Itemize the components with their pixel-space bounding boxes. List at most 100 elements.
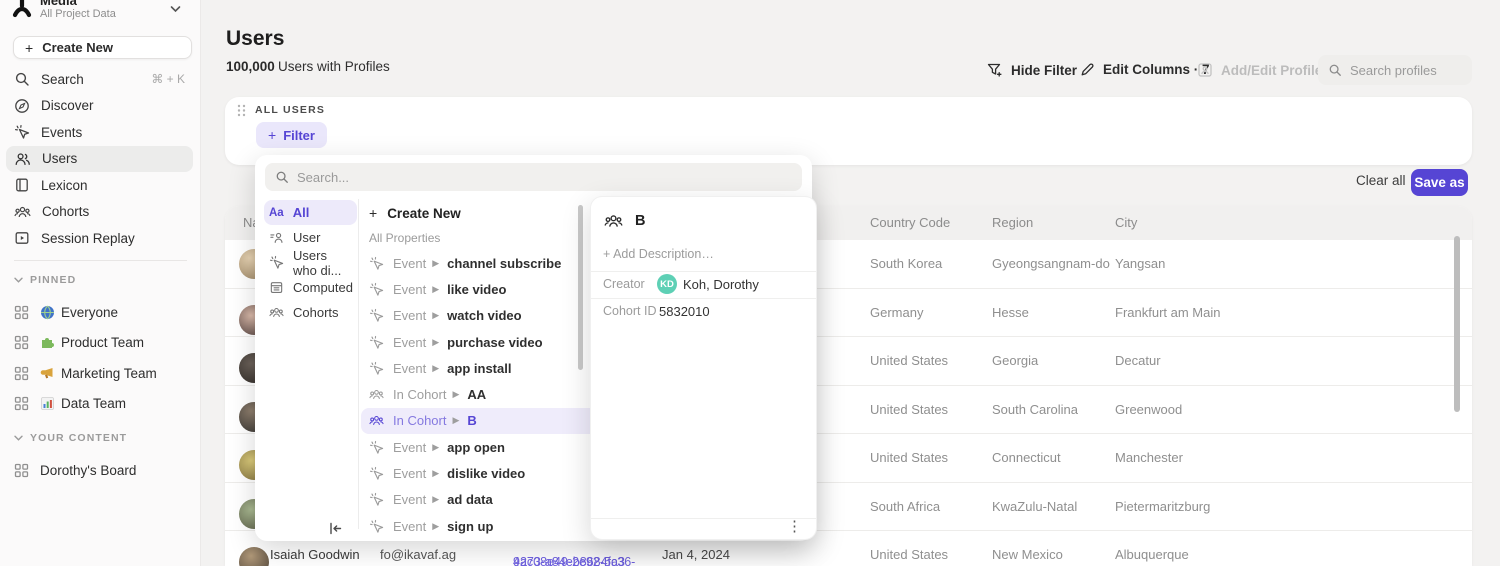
sidebar-item-cohorts[interactable]: Cohorts: [6, 199, 193, 226]
cell-country: United States: [870, 450, 948, 465]
cohort-icon: [369, 413, 384, 428]
property-prefix: Event: [393, 335, 426, 350]
filter-section-label: ALL USERS: [255, 104, 325, 116]
hide-filter-button[interactable]: Hide Filter: [987, 62, 1077, 78]
puzzle-emoji-icon: [40, 335, 55, 350]
board-label: Product Team: [61, 335, 144, 350]
sidebar-item-label: Users: [42, 151, 77, 166]
table-scrollbar[interactable]: [1454, 236, 1460, 412]
event-icon: [369, 440, 384, 455]
board-icon: [14, 396, 29, 411]
hide-filter-label: Hide Filter: [1011, 63, 1077, 78]
save-as-button[interactable]: Save as: [1411, 169, 1468, 196]
plus-icon: +: [25, 41, 33, 55]
search-icon: [1328, 63, 1342, 77]
event-icon: [369, 492, 384, 507]
cell-region: Connecticut: [992, 450, 1061, 465]
board-icon: [14, 305, 29, 320]
chevron-down-icon[interactable]: [170, 5, 181, 13]
property-name: AA: [467, 387, 486, 402]
events-icon: [14, 124, 30, 140]
sidebar-item-label: Events: [41, 125, 82, 140]
plus-icon: +: [369, 206, 377, 220]
category-computed[interactable]: Computed: [264, 275, 357, 300]
workspace-name[interactable]: Media: [40, 0, 77, 8]
sidebar-item-search[interactable]: Search ⌘ + K: [6, 66, 193, 93]
more-options-icon[interactable]: ⋮: [787, 519, 802, 535]
distinct-id-line2: 9a73-a84eb8684fa3: [513, 555, 625, 566]
property-prefix: Event: [393, 440, 426, 455]
board-icon: [14, 366, 29, 381]
category-label: User: [293, 230, 320, 245]
app-logo-icon: [9, 0, 35, 21]
drag-handle-icon[interactable]: [237, 104, 246, 117]
sidebar-nav: Search ⌘ + K Discover Events Users Lexic…: [6, 66, 193, 252]
property-prefix: In Cohort: [393, 387, 446, 402]
column-header-region[interactable]: Region: [992, 215, 1033, 230]
add-description-button[interactable]: + Add Description…: [603, 247, 714, 261]
dropdown-search-field[interactable]: [265, 163, 802, 191]
megaphone-emoji-icon: [40, 366, 55, 381]
edit-columns-button[interactable]: Edit Columns · 7: [1080, 62, 1210, 77]
property-name: app open: [447, 440, 505, 455]
chevron-right-icon: ▶: [432, 363, 439, 374]
category-user[interactable]: User: [264, 225, 357, 250]
add-filter-button[interactable]: + Filter: [256, 122, 327, 148]
property-prefix: Event: [393, 308, 426, 323]
avatar: [239, 547, 269, 566]
cell-city: Greenwood: [1115, 402, 1182, 417]
cell-country: South Korea: [870, 256, 942, 271]
text-aa-icon: Aa: [269, 207, 284, 219]
discover-icon: [14, 98, 30, 114]
collapse-left-icon[interactable]: [328, 521, 343, 536]
chevron-right-icon: ▶: [452, 415, 459, 426]
sidebar-board-everyone[interactable]: Everyone: [6, 297, 193, 328]
property-prefix: Event: [393, 361, 426, 376]
add-edit-profile-button[interactable]: Add/Edit Profile: [1197, 62, 1322, 78]
clear-all-button[interactable]: Clear all: [1356, 173, 1406, 188]
column-header-country-code[interactable]: Country Code: [870, 215, 950, 230]
property-prefix: In Cohort: [393, 413, 446, 428]
create-new-button[interactable]: + Create New: [13, 36, 192, 59]
sidebar-item-events[interactable]: Events: [6, 119, 193, 146]
sidebar-board-data-team[interactable]: Data Team: [6, 389, 193, 420]
sidebar-item-label: Session Replay: [41, 231, 135, 246]
search-profiles-field[interactable]: [1318, 55, 1472, 85]
cell-country: South Africa: [870, 499, 940, 514]
session-replay-icon: [14, 230, 30, 246]
chevron-right-icon: ▶: [452, 389, 459, 400]
category-users-who-did[interactable]: Users who di...: [264, 250, 357, 275]
sidebar-item-session-replay[interactable]: Session Replay: [6, 225, 193, 252]
category-all[interactable]: Aa All: [264, 200, 357, 225]
category-label: Computed: [293, 280, 353, 295]
user-icon: [269, 230, 284, 245]
sidebar-board-product-team[interactable]: Product Team: [6, 328, 193, 359]
divider: [358, 199, 359, 529]
cell-name: Isaiah Goodwin: [270, 547, 360, 562]
sidebar-board-marketing-team[interactable]: Marketing Team: [6, 358, 193, 389]
sidebar-item-lexicon[interactable]: Lexicon: [6, 172, 193, 199]
board-icon: [14, 335, 29, 350]
board-label: Marketing Team: [61, 366, 157, 381]
dropdown-scrollbar[interactable]: [578, 205, 583, 370]
create-new-label: Create New: [42, 40, 113, 55]
pinned-section-header[interactable]: PINNED: [14, 274, 76, 286]
category-cohorts[interactable]: Cohorts: [264, 300, 357, 325]
cell-city: Pietermaritzburg: [1115, 499, 1210, 514]
cohort-icon: [269, 305, 284, 320]
cell-region: Gyeongsangnam-do: [992, 256, 1110, 271]
divider: [591, 298, 816, 299]
property-prefix: Event: [393, 519, 426, 534]
your-content-section-header[interactable]: YOUR CONTENT: [14, 432, 127, 444]
dropdown-search-input[interactable]: [297, 170, 792, 185]
cell-region: KwaZulu-Natal: [992, 499, 1077, 514]
cell-email: fo@ikavaf.ag: [380, 547, 456, 562]
cell-region: South Carolina: [992, 402, 1078, 417]
section-header-label: YOUR CONTENT: [30, 432, 127, 444]
profile-badge-icon: [1197, 62, 1213, 78]
sidebar-board-dorothys-board[interactable]: Dorothy's Board: [6, 455, 193, 486]
sidebar-item-discover[interactable]: Discover: [6, 93, 193, 120]
column-header-city[interactable]: City: [1115, 215, 1137, 230]
search-profiles-input[interactable]: [1350, 63, 1462, 78]
sidebar-item-users[interactable]: Users: [6, 146, 193, 173]
